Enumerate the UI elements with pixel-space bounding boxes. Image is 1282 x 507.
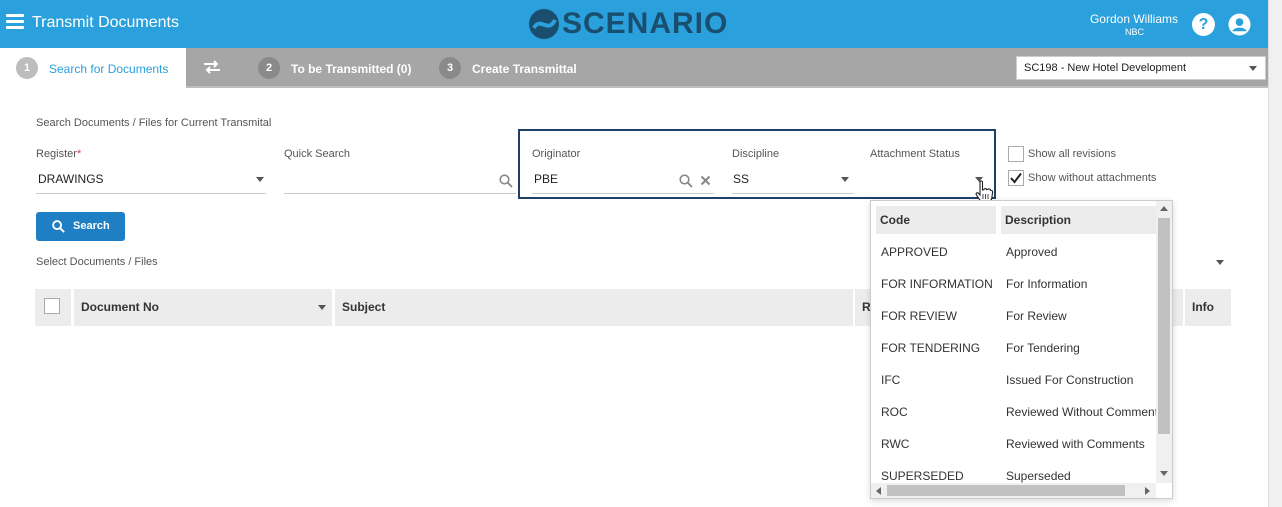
option-description: Reviewed with Comments — [1006, 437, 1145, 451]
register-underline — [36, 193, 266, 194]
dropdown-option[interactable]: APPROVED Approved — [871, 235, 1157, 267]
page-title: Transmit Documents — [32, 14, 179, 31]
column-header-subject[interactable]: Subject — [335, 289, 853, 326]
scroll-down-icon[interactable] — [1160, 471, 1168, 476]
column-label-document-no: Document No — [81, 300, 159, 314]
originator-label: Originator — [532, 148, 581, 160]
column-header-gap — [1173, 289, 1183, 326]
user-name[interactable]: Gordon Williams — [1060, 12, 1178, 26]
search-button-label: Search — [73, 220, 110, 232]
register-select[interactable]: DRAWINGS — [38, 172, 104, 186]
option-description: For Review — [1006, 309, 1067, 323]
swap-arrows-icon[interactable] — [202, 59, 222, 75]
dropdown-header-code: Code — [876, 206, 996, 234]
user-org: NBC — [1124, 27, 1144, 37]
quick-search-label: Quick Search — [284, 148, 351, 160]
scenario-logo: SCENARIO — [528, 7, 729, 40]
user-icon[interactable] — [1228, 13, 1251, 36]
dropdown-option[interactable]: RWC Reviewed with Comments — [871, 427, 1157, 459]
select-all-checkbox[interactable] — [44, 298, 60, 314]
checkmark-icon — [1010, 172, 1022, 184]
filter-highlight-box — [518, 129, 996, 199]
option-code: FOR REVIEW — [881, 309, 958, 323]
originator-input[interactable]: PBE — [534, 172, 558, 186]
discipline-underline — [732, 193, 854, 194]
dropdown-vertical-scrollbar[interactable] — [1156, 201, 1172, 483]
show-without-attachments-label: Show without attachments — [1028, 172, 1157, 184]
page-scrollbar[interactable] — [1268, 0, 1282, 507]
register-chevron-down-icon[interactable] — [256, 177, 264, 182]
column-header-document-no[interactable]: Document No — [74, 289, 332, 326]
option-description: Approved — [1006, 245, 1058, 259]
attachment-status-select[interactable] — [872, 172, 962, 188]
option-description: For Tendering — [1006, 341, 1080, 355]
discipline-chevron-down-icon[interactable] — [841, 177, 849, 182]
option-description: Reviewed Without Comments — [1006, 405, 1165, 419]
logo-text: SCENARIO — [562, 7, 729, 40]
horizontal-scroll-thumb[interactable] — [887, 485, 1125, 496]
dropdown-horizontal-scrollbar[interactable] — [871, 483, 1156, 498]
show-all-revisions-label: Show all revisions — [1028, 148, 1117, 160]
menu-icon[interactable] — [6, 14, 24, 30]
option-code: FOR TENDERING — [881, 341, 981, 355]
dropdown-option[interactable]: ROC Reviewed Without Comments — [871, 395, 1164, 427]
option-code: RWC — [881, 437, 910, 451]
step-number-2: 2 — [258, 57, 280, 79]
column-header-r[interactable]: R — [855, 289, 871, 326]
clear-icon[interactable] — [700, 175, 711, 186]
show-all-revisions-checkbox[interactable] — [1008, 146, 1024, 162]
discipline-label: Discipline — [732, 148, 780, 160]
register-label-text: Register — [36, 148, 77, 160]
attachment-status-dropdown: Code Description APPROVED Approved FOR IN… — [870, 200, 1173, 499]
project-chevron-down-icon[interactable] — [1249, 66, 1257, 71]
select-documents-title: Select Documents / Files — [36, 256, 158, 268]
help-icon[interactable]: ? — [1192, 13, 1215, 36]
option-code: SUPERSEDED — [881, 469, 964, 483]
option-description: Issued For Construction — [1006, 373, 1134, 387]
dropdown-option[interactable]: FOR TENDERING For Tendering — [871, 331, 1157, 363]
option-description: For Information — [1006, 277, 1088, 291]
option-code: APPROVED — [881, 245, 948, 259]
vertical-scroll-thumb[interactable] — [1158, 218, 1170, 434]
step-number-3: 3 — [439, 57, 461, 79]
search-icon[interactable] — [499, 174, 513, 188]
dropdown-option[interactable]: FOR INFORMATION For Information — [871, 267, 1157, 299]
dropdown-option[interactable]: FOR REVIEW For Review — [871, 299, 1157, 331]
step-number-1: 1 — [16, 57, 38, 79]
option-code: FOR INFORMATION — [881, 277, 993, 291]
option-code: ROC — [881, 405, 908, 419]
scenario-logo-icon — [529, 9, 559, 39]
step-label-create-transmittal[interactable]: Create Transmittal — [472, 62, 577, 76]
scroll-up-icon[interactable] — [1160, 206, 1168, 211]
quick-search-underline — [284, 193, 516, 194]
dropdown-option[interactable]: IFC Issued For Construction — [871, 363, 1157, 395]
originator-search-icon[interactable] — [679, 174, 693, 188]
show-without-attachments-checkbox[interactable] — [1008, 170, 1024, 186]
discipline-select[interactable]: SS — [733, 172, 749, 186]
dropdown-header-description: Description — [1001, 206, 1157, 234]
section-title: Search Documents / Files for Current Tra… — [36, 117, 272, 129]
required-marker: * — [76, 148, 82, 160]
select-all-cell — [35, 289, 71, 326]
option-description: Superseded — [1006, 469, 1071, 483]
step-label-search[interactable]: Search for Documents — [49, 62, 168, 76]
search-button-icon — [52, 220, 65, 233]
originator-underline — [532, 193, 714, 194]
attachment-status-label: Attachment Status — [870, 148, 960, 160]
scroll-left-icon[interactable] — [876, 487, 881, 495]
option-code: IFC — [881, 373, 901, 387]
columns-chevron-down-icon[interactable] — [1216, 260, 1224, 265]
project-select[interactable]: SC198 - New Hotel Development — [1016, 56, 1266, 80]
register-label: Register* — [36, 148, 81, 160]
search-button[interactable]: Search — [36, 212, 125, 241]
step-label-to-be-transmitted[interactable]: To be Transmitted (0) — [291, 62, 411, 76]
quick-search-input[interactable] — [286, 172, 486, 188]
column-header-info[interactable]: Info — [1185, 289, 1231, 326]
scroll-right-icon[interactable] — [1145, 487, 1150, 495]
sort-chevron-down-icon[interactable] — [318, 305, 326, 310]
